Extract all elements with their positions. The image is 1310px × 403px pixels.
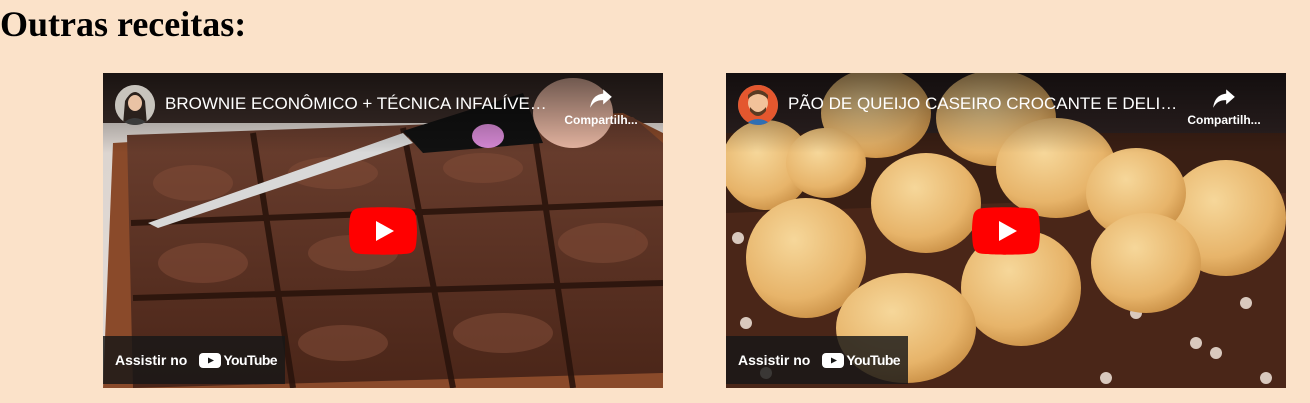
watch-on-youtube-button[interactable]: Assistir no YouTube xyxy=(726,336,908,384)
play-button[interactable] xyxy=(349,207,417,255)
play-button[interactable] xyxy=(972,207,1040,255)
share-icon xyxy=(590,89,612,108)
video-title[interactable]: BROWNIE ECONÔMICO + TÉCNICA INFALÍVEL PA… xyxy=(165,93,555,115)
channel-avatar-icon[interactable] xyxy=(115,85,155,125)
watch-on-youtube-button[interactable]: Assistir no YouTube xyxy=(103,336,285,384)
watch-on-label: Assistir no xyxy=(115,352,188,368)
section-title: Outras receitas: xyxy=(0,4,247,44)
play-icon xyxy=(349,207,417,255)
channel-avatar-icon[interactable] xyxy=(738,85,778,125)
share-button[interactable]: Compartilh... xyxy=(559,85,643,127)
share-label: Compartilh... xyxy=(1187,113,1261,127)
play-icon xyxy=(972,207,1040,255)
youtube-logo: YouTube xyxy=(199,352,278,368)
youtube-embed-pao-de-queijo[interactable]: PÃO DE QUEIJO CASEIRO CROCANTE E DELICIO… xyxy=(726,73,1286,388)
share-label: Compartilh... xyxy=(564,113,638,127)
share-icon xyxy=(1213,89,1235,108)
youtube-icon xyxy=(822,352,845,368)
youtube-wordmark: YouTube xyxy=(846,352,900,368)
watch-on-label: Assistir no xyxy=(738,352,811,368)
share-button[interactable]: Compartilh... xyxy=(1182,85,1266,127)
youtube-logo: YouTube xyxy=(822,352,901,368)
youtube-wordmark: YouTube xyxy=(223,352,277,368)
youtube-icon xyxy=(199,352,222,368)
youtube-embed-brownie[interactable]: BROWNIE ECONÔMICO + TÉCNICA INFALÍVEL PA… xyxy=(103,73,663,388)
video-title[interactable]: PÃO DE QUEIJO CASEIRO CROCANTE E DELICIO… xyxy=(788,93,1178,115)
